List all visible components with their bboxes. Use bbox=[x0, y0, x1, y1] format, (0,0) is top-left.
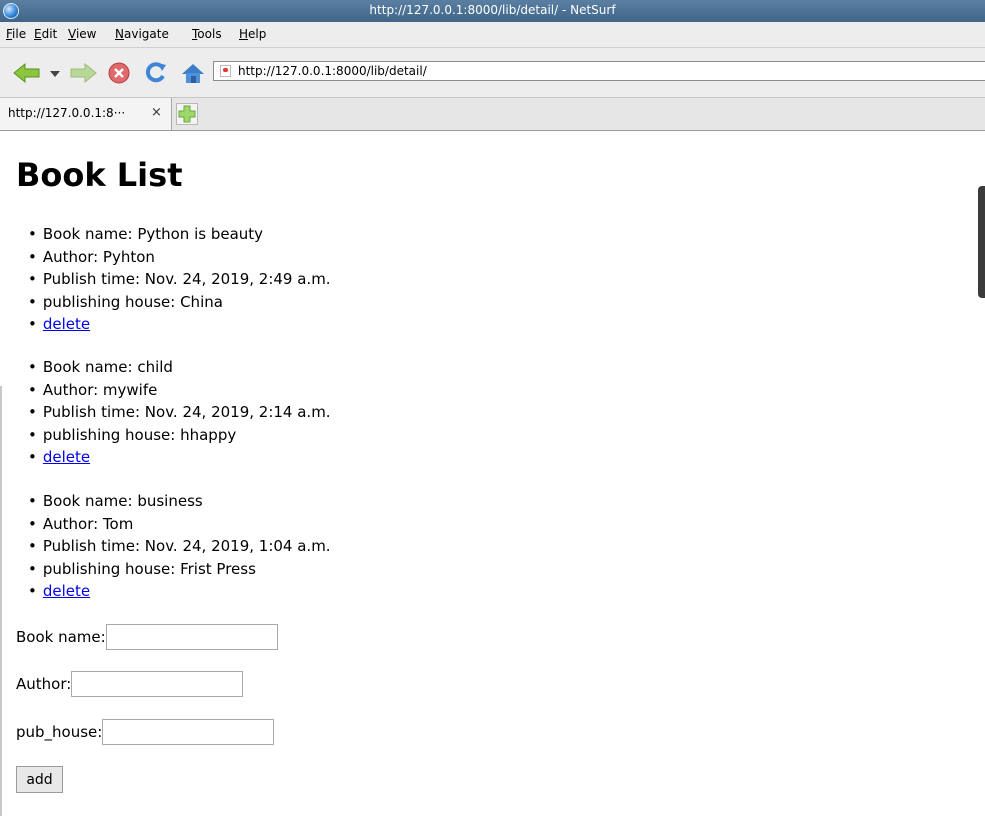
menu-navigate[interactable]: Navigate bbox=[115, 27, 169, 41]
window-title: http://127.0.0.1:8000/lib/detail/ - NetS… bbox=[369, 3, 616, 17]
history-dropdown-icon[interactable] bbox=[49, 62, 61, 84]
address-bar[interactable]: http://127.0.0.1:8000/lib/detail/ bbox=[213, 61, 985, 81]
book-name: Book name: business bbox=[28, 490, 331, 513]
menu-view-label: iew bbox=[75, 27, 97, 41]
menu-tools[interactable]: Tools bbox=[192, 27, 222, 41]
menu-navigate-mnemonic: N bbox=[115, 27, 124, 41]
book-name-input[interactable] bbox=[105, 624, 278, 650]
book-list-1: Book name: Python is beauty Author: Pyht… bbox=[28, 223, 331, 336]
home-icon[interactable] bbox=[180, 62, 206, 84]
menu-help-label: elp bbox=[248, 27, 267, 41]
book-publishing-house: publishing house: Frist Press bbox=[28, 558, 331, 581]
back-arrow-icon[interactable] bbox=[12, 62, 42, 84]
menu-navigate-label: avigate bbox=[123, 27, 169, 41]
menu-edit-label: dit bbox=[41, 27, 58, 41]
book-author: Author: mywife bbox=[28, 379, 331, 402]
page-title: Book List bbox=[16, 156, 183, 194]
delete-link[interactable]: delete bbox=[43, 582, 90, 600]
delete-link[interactable]: delete bbox=[43, 448, 90, 466]
book-list-3: Book name: business Author: Tom Publish … bbox=[28, 490, 331, 603]
author-label: Author: bbox=[16, 675, 72, 693]
book-name: Book name: child bbox=[28, 356, 331, 379]
tab-active[interactable]: http://127.0.0.1:8··· × bbox=[0, 98, 172, 130]
author-input[interactable] bbox=[71, 671, 244, 697]
menu-file[interactable]: File bbox=[6, 27, 26, 41]
menu-view-mnemonic: V bbox=[68, 27, 76, 41]
delete-link[interactable]: delete bbox=[43, 315, 90, 333]
delete-item: delete bbox=[28, 446, 331, 469]
book-name-row: Book name: bbox=[16, 624, 278, 650]
menu-file-label: ile bbox=[12, 27, 27, 41]
page-favicon-icon bbox=[220, 65, 231, 77]
delete-item: delete bbox=[28, 313, 331, 336]
book-list-2: Book name: child Author: mywife Publish … bbox=[28, 356, 331, 469]
new-tab-button[interactable] bbox=[176, 103, 198, 125]
menu-view[interactable]: View bbox=[68, 27, 96, 41]
tab-title: http://127.0.0.1:8··· bbox=[8, 106, 126, 120]
book-publish-time: Publish time: Nov. 24, 2019, 2:49 a.m. bbox=[28, 268, 331, 291]
book-author: Author: Pyhton bbox=[28, 246, 331, 269]
tab-close-icon[interactable]: × bbox=[151, 105, 162, 120]
add-button[interactable]: add bbox=[16, 766, 63, 793]
book-name-label: Book name: bbox=[16, 628, 106, 646]
pub-house-row: pub_house: bbox=[16, 719, 275, 745]
menu-help[interactable]: Help bbox=[239, 27, 266, 41]
page-content: Book List Book name: Python is beauty Au… bbox=[0, 131, 985, 825]
navigation-toolbar: http://127.0.0.1:8000/lib/detail/ bbox=[0, 48, 985, 98]
menu-tools-label: ools bbox=[197, 27, 222, 41]
forward-arrow-icon[interactable] bbox=[68, 62, 98, 84]
book-publish-time: Publish time: Nov. 24, 2019, 2:14 a.m. bbox=[28, 401, 331, 424]
book-publishing-house: publishing house: hhappy bbox=[28, 424, 331, 447]
address-bar-url[interactable]: http://127.0.0.1:8000/lib/detail/ bbox=[238, 64, 427, 78]
book-name: Book name: Python is beauty bbox=[28, 223, 331, 246]
book-publishing-house: publishing house: China bbox=[28, 291, 331, 314]
author-row: Author: bbox=[16, 671, 244, 697]
menu-edit[interactable]: Edit bbox=[34, 27, 57, 41]
menu-bar: File Edit View Navigate Tools Help bbox=[0, 22, 985, 48]
window-edge bbox=[0, 386, 2, 816]
stop-icon[interactable] bbox=[108, 62, 130, 84]
scrollbar-thumb[interactable] bbox=[978, 186, 985, 298]
tab-bar: http://127.0.0.1:8··· × bbox=[0, 98, 985, 131]
pub-house-label: pub_house: bbox=[16, 723, 103, 741]
book-author: Author: Tom bbox=[28, 513, 331, 536]
plus-icon bbox=[178, 105, 196, 123]
delete-item: delete bbox=[28, 580, 331, 603]
book-publish-time: Publish time: Nov. 24, 2019, 1:04 a.m. bbox=[28, 535, 331, 558]
menu-edit-mnemonic: E bbox=[34, 27, 42, 41]
menu-help-mnemonic: H bbox=[239, 27, 249, 41]
title-bar: http://127.0.0.1:8000/lib/detail/ - NetS… bbox=[0, 0, 985, 22]
pub-house-input[interactable] bbox=[102, 719, 275, 745]
reload-icon[interactable] bbox=[144, 62, 168, 84]
